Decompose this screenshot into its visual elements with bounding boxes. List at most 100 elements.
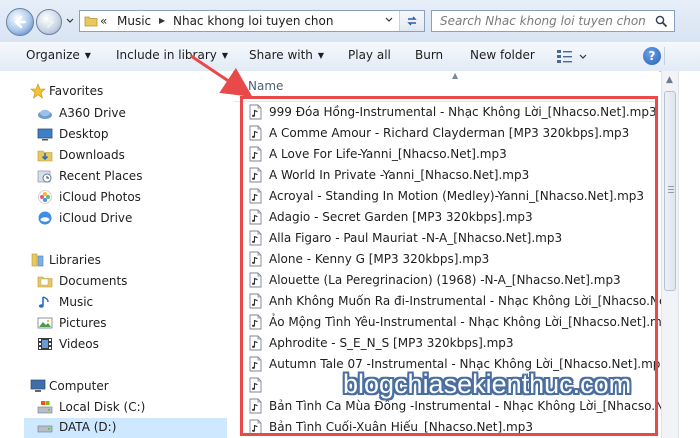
- nav-item-label: Local Disk (C:): [59, 400, 146, 414]
- play-all-button[interactable]: Play all: [348, 48, 391, 62]
- file-name: Alouette (La Peregrinacion) (1968) -N-A_…: [269, 273, 621, 287]
- new-folder-label: New folder: [470, 48, 535, 62]
- nav-item-label: iCloud Drive: [59, 211, 133, 225]
- details-pane-edge: [678, 71, 700, 438]
- change-view-button[interactable]: [556, 47, 590, 68]
- breadcrumb-separator-icon[interactable]: ▶: [159, 16, 165, 25]
- nav-item-desktop[interactable]: Desktop: [37, 125, 227, 145]
- audio-file-icon: [249, 146, 262, 162]
- file-row[interactable]: A Comme Amour - Richard Clayderman [MP3 …: [242, 123, 658, 144]
- chevron-down-icon: ▼: [317, 51, 325, 60]
- arrow-left-icon: [14, 15, 27, 29]
- vertical-scrollbar[interactable]: ▲: [661, 71, 679, 438]
- search-input[interactable]: Search Nhac khong loi tuyen chon: [431, 10, 675, 32]
- file-name: Ballade Po: [269, 378, 332, 392]
- file-name: Alla Figaro - Paul Mauriat -N-A_[Nhacso.…: [269, 231, 563, 245]
- file-row[interactable]: Alouette (La Peregrinacion) (1968) -N-A_…: [242, 270, 658, 291]
- nav-item-label: iCloud Photos: [59, 190, 141, 204]
- nav-item-local-disk-c[interactable]: Local Disk (C:): [37, 398, 227, 418]
- audio-file-icon: [249, 356, 262, 372]
- include-in-library-button[interactable]: Include in library ▼: [116, 48, 228, 62]
- nav-item-downloads[interactable]: Downloads: [37, 146, 227, 166]
- address-field[interactable]: « Music ▶ Nhac khong loi tuyen chon: [79, 10, 425, 32]
- nav-item-music[interactable]: Music: [37, 293, 227, 313]
- grip-line: [668, 186, 674, 187]
- nav-libraries[interactable]: Libraries: [30, 251, 220, 271]
- nav-item-label: Recent Places: [59, 169, 143, 183]
- music-note-icon: [38, 296, 49, 308]
- audio-file-icon: [249, 230, 262, 246]
- audio-file-icon: [249, 125, 262, 141]
- videos-icon: [38, 338, 52, 350]
- nav-item-documents[interactable]: Documents: [37, 272, 227, 292]
- file-name: Adagio - Secret Garden [MP3 320kbps].mp3: [269, 210, 533, 224]
- burn-button[interactable]: Burn: [415, 48, 443, 62]
- file-row[interactable]: Ảo Mộng Tình Yêu-Instrumental - Nhạc Khô…: [242, 312, 677, 333]
- refresh-button[interactable]: [399, 11, 424, 31]
- nav-item-icloud-drive[interactable]: iCloud Drive: [37, 209, 227, 229]
- column-name-label: Name: [248, 79, 284, 93]
- nav-item-data-d[interactable]: DATA (D:): [24, 418, 227, 438]
- file-name: Ảo Mộng Tình Yêu-Instrumental - Nhạc Khô…: [269, 315, 677, 329]
- file-name: 999 Đóa Hồng-Instrumental - Nhạc Không L…: [269, 105, 657, 119]
- file-row[interactable]: Aphrodite - S_E_N_S [MP3 320kbps].mp3: [242, 333, 658, 354]
- back-button[interactable]: [6, 8, 34, 36]
- file-row[interactable]: Bản Tình Cuối-Xuân Hiếu_[Nhacso.Net].mp3: [242, 417, 658, 438]
- file-name: Bản Tình Ca Mùa Đông -Instrumental - Nhạ…: [269, 399, 700, 413]
- column-header-name[interactable]: Name ▲: [234, 71, 659, 102]
- pictures-icon: [37, 317, 53, 329]
- audio-file-icon: [249, 188, 262, 204]
- nav-item-icloud-photos[interactable]: iCloud Photos: [37, 188, 227, 208]
- file-row[interactable]: Anh Không Muốn Ra đi-Instrumental - Nhạc…: [242, 291, 700, 312]
- nav-item-pictures[interactable]: Pictures: [37, 314, 227, 334]
- documents-icon: [37, 276, 53, 288]
- breadcrumb-overflow[interactable]: «: [100, 14, 107, 28]
- nav-item-videos[interactable]: Videos: [37, 335, 227, 355]
- arrow-right-icon: [43, 16, 55, 28]
- desktop-icon: [37, 128, 53, 141]
- breadcrumb-music[interactable]: Music: [117, 14, 151, 28]
- file-row[interactable]: A Love For Life-Yanni_[Nhacso.Net].mp3: [242, 144, 658, 165]
- recent-pages-dropdown-icon[interactable]: [65, 16, 75, 26]
- file-name: A World In Private -Yanni_[Nhacso.Net].m…: [269, 168, 530, 182]
- nav-item-label: A360 Drive: [59, 106, 126, 120]
- include-in-library-label: Include in library: [116, 48, 217, 62]
- file-row[interactable]: A World In Private -Yanni_[Nhacso.Net].m…: [242, 165, 658, 186]
- forward-button[interactable]: [36, 9, 62, 35]
- sort-ascending-icon: ▲: [452, 71, 459, 80]
- audio-file-icon: [249, 167, 262, 183]
- file-row[interactable]: Alone - Kenny G [MP3 320kbps].mp3: [242, 249, 658, 270]
- nav-item-a360-drive[interactable]: A360 Drive: [37, 104, 227, 124]
- help-button[interactable]: ?: [643, 47, 661, 65]
- nav-item-recent-places[interactable]: Recent Places: [37, 167, 227, 187]
- nav-libraries-label: Libraries: [49, 253, 101, 267]
- file-row[interactable]: Acroyal - Standing In Motion (Medley)-Ya…: [242, 186, 658, 207]
- chevron-down-icon: ▼: [84, 51, 91, 60]
- nav-favorites[interactable]: Favorites: [30, 82, 220, 102]
- file-name: Acroyal - Standing In Motion (Medley)-Ya…: [269, 189, 645, 203]
- grip-line: [668, 189, 674, 190]
- computer-icon: [30, 379, 46, 392]
- audio-file-icon: [249, 293, 262, 309]
- toolbar-divider: [664, 47, 665, 65]
- audio-file-icon: [249, 209, 262, 225]
- file-row[interactable]: 999 Đóa Hồng-Instrumental - Nhạc Không L…: [242, 102, 658, 123]
- share-with-button[interactable]: Share with ▼: [249, 48, 324, 62]
- audio-file-icon: [249, 419, 262, 435]
- scrollbar-thumb[interactable]: [664, 91, 676, 291]
- nav-computer[interactable]: Computer: [30, 377, 220, 397]
- address-history-dropdown-icon[interactable]: [384, 15, 394, 25]
- file-row[interactable]: Adagio - Secret Garden [MP3 320kbps].mp3: [242, 207, 658, 228]
- new-folder-button[interactable]: New folder: [470, 48, 535, 62]
- search-icon[interactable]: [655, 15, 668, 28]
- organize-button[interactable]: Organize ▼: [26, 48, 91, 62]
- recent-places-icon: [37, 170, 52, 183]
- star-icon: [30, 83, 46, 99]
- file-row[interactable]: Alla Figaro - Paul Mauriat -N-A_[Nhacso.…: [242, 228, 658, 249]
- folder-icon: [84, 16, 98, 27]
- hard-drive-icon: [37, 401, 53, 414]
- watermark-text: blogchiasekienthuc.com: [343, 369, 632, 399]
- scroll-up-icon[interactable]: ▲: [666, 75, 673, 85]
- address-bar-row: « Music ▶ Nhac khong loi tuyen chon Sear…: [0, 0, 700, 43]
- breadcrumb-current-folder[interactable]: Nhac khong loi tuyen chon: [173, 14, 333, 28]
